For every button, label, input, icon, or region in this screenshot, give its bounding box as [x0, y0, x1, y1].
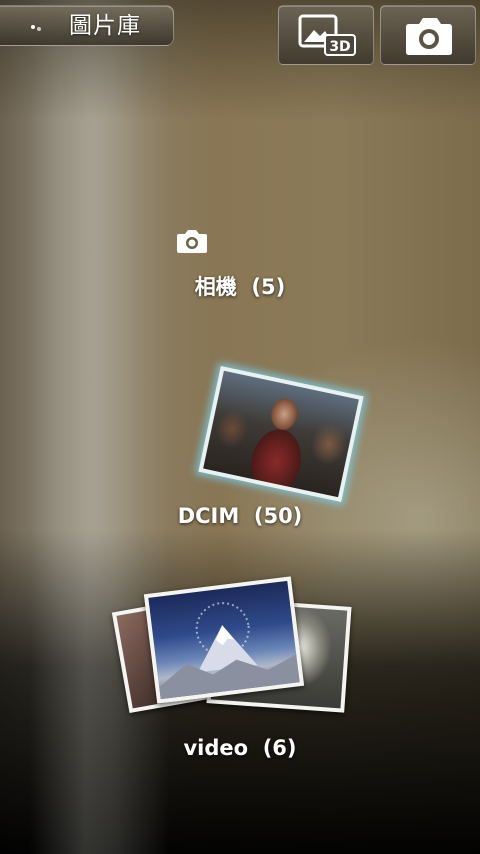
image-3d-icon: 3D [298, 14, 356, 56]
gallery-home-button[interactable]: 圖片庫 [0, 5, 174, 46]
album-label-camera: 相機 (5) [194, 275, 286, 299]
mountain-thumbnail-art [159, 602, 300, 700]
3d-badge-text: 3D [329, 39, 350, 55]
camera-album-icon [177, 230, 207, 253]
app-menu-icon [31, 23, 45, 31]
app-title: 圖片庫 [69, 13, 141, 39]
3d-gallery-button[interactable]: 3D [278, 5, 374, 65]
camera-button[interactable] [380, 5, 476, 65]
album-label-video: video (6) [183, 736, 297, 760]
album-label-dcim: DCIM (50) [177, 504, 303, 528]
album-thumbnail-video-2 [143, 576, 305, 704]
camera-icon [406, 18, 452, 55]
